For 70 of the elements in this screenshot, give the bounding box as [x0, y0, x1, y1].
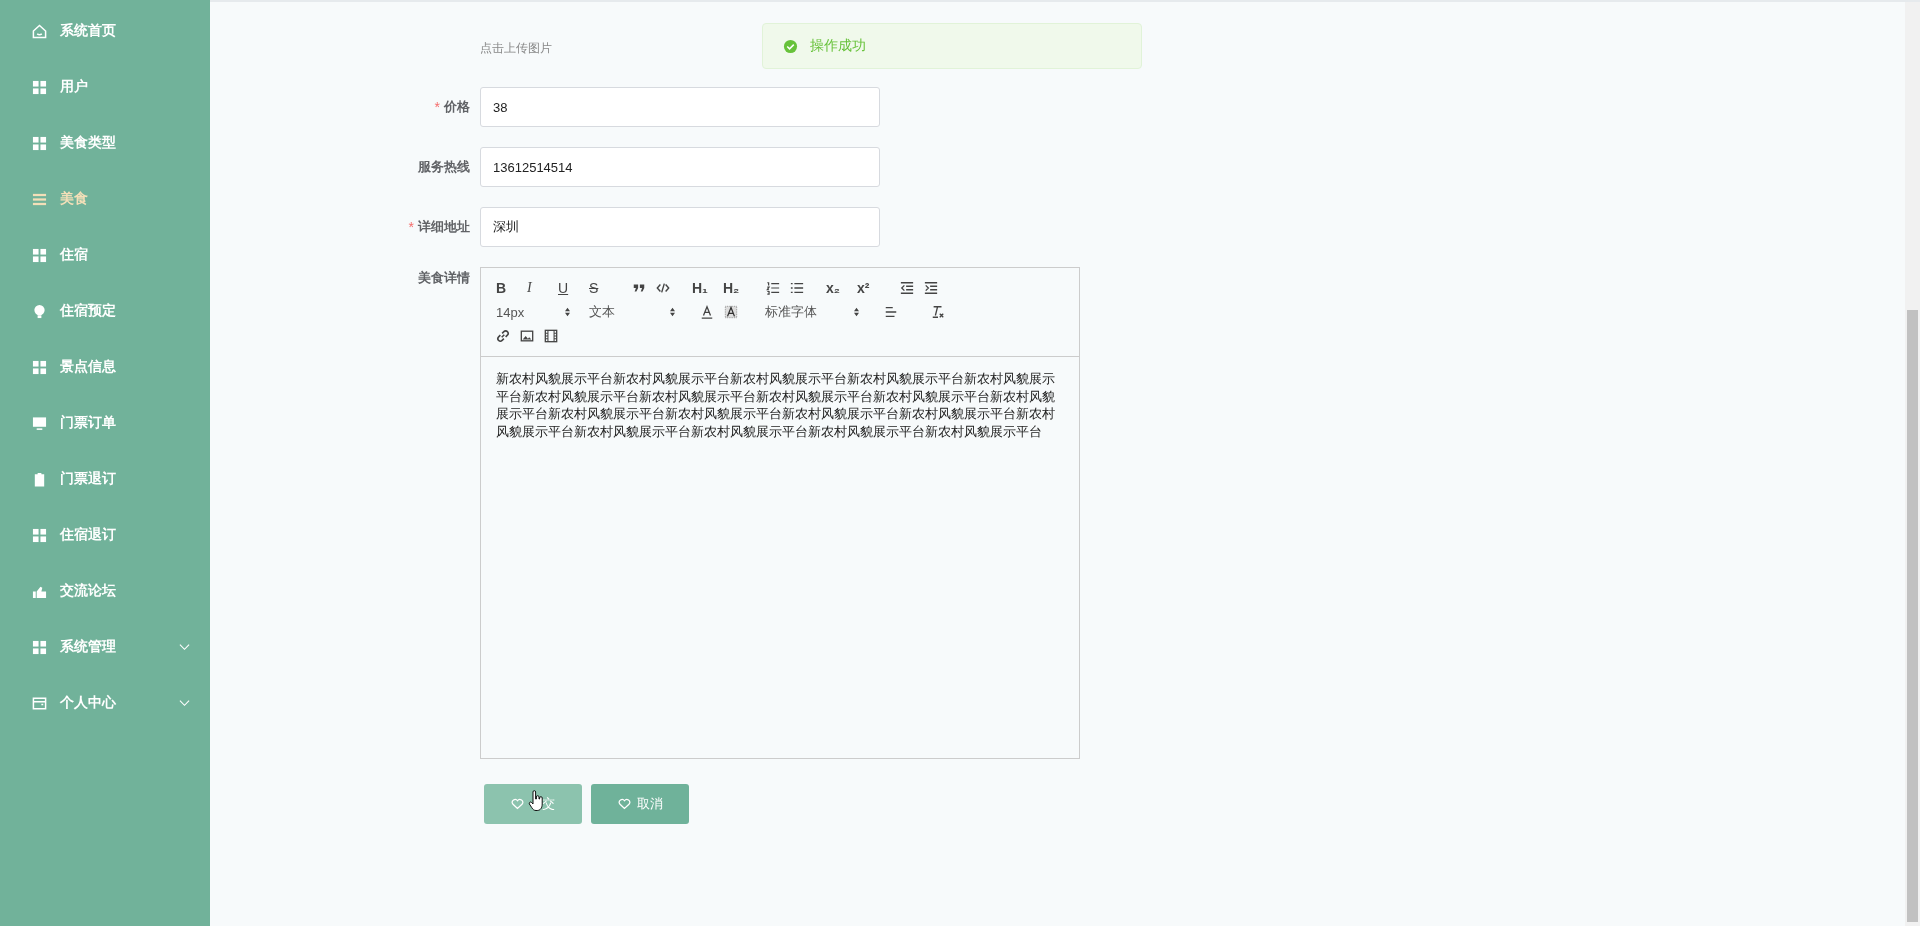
input-field[interactable]: 38 [480, 87, 880, 127]
sidebar-item[interactable]: 系统首页 [0, 3, 210, 59]
sidebar-item[interactable]: 美食 [0, 171, 210, 227]
grid-icon [32, 359, 47, 375]
sidebar-item[interactable]: 个人中心 [0, 675, 210, 731]
required-mark: * [434, 99, 440, 115]
format-button[interactable]: I [524, 280, 555, 296]
sidebar-item[interactable]: 系统管理 [0, 619, 210, 675]
highlight-icon[interactable] [724, 305, 738, 319]
align-left-icon[interactable] [884, 305, 898, 319]
field-label: 服务热线 [418, 158, 470, 176]
format-button[interactable]: S [586, 280, 617, 296]
outdent-icon[interactable] [900, 281, 914, 295]
image-icon[interactable] [520, 329, 534, 343]
editor-text[interactable]: 新农村风貌展示平台新农村风貌展示平台新农村风貌展示平台新农村风貌展示平台新农村风貌展示平台新农村风貌展示平台新农村风貌展示平台新农村风貌展示平台新农村风貌展示平台新农村风貌展示平台新农村风貌展示平台新农村风貌展示平台新农村风貌展示平台新农村风貌展示平台新农村风貌展示平台新农村风貌展示平台新农村风貌展示平台新农村风貌展示平台新农村风貌展示平台 [481, 357, 1073, 758]
sidebar-item[interactable]: 美食类型 [0, 115, 210, 171]
hand-cursor-icon [528, 790, 544, 812]
clear-format-icon[interactable] [931, 305, 945, 319]
field-label: 价格 [444, 98, 470, 116]
text-color-icon[interactable] [700, 305, 714, 319]
format-button[interactable]: B [493, 280, 524, 296]
grid-icon [32, 135, 47, 151]
heart-icon [511, 798, 524, 810]
video-icon[interactable] [544, 329, 558, 343]
sidebar-item[interactable]: 交流论坛 [0, 563, 210, 619]
wallet-icon [32, 695, 47, 711]
sidebar-item[interactable]: 门票退订 [0, 451, 210, 507]
code-icon[interactable] [656, 281, 670, 295]
sidebar-item[interactable]: 住宿退订 [0, 507, 210, 563]
cancel-button[interactable]: 取消 [591, 784, 689, 824]
indent-icon[interactable] [924, 281, 938, 295]
monitor-icon [32, 415, 47, 431]
bulb-icon [32, 303, 47, 319]
script-button[interactable]: x² [854, 280, 885, 296]
grid-icon [32, 639, 47, 655]
select-arrows-icon [564, 307, 571, 317]
toast-message: 操作成功 [810, 37, 866, 55]
check-circle-icon [783, 38, 798, 54]
select-arrows-icon [669, 307, 676, 317]
font-select[interactable]: 标准字体 [745, 303, 853, 321]
required-mark: * [408, 219, 414, 235]
sidebar-item[interactable]: 用户 [0, 59, 210, 115]
size-select[interactable]: 14px [493, 304, 564, 320]
upload-hint[interactable]: 点击上传图片 [480, 40, 552, 57]
field-label: 美食详情 [418, 269, 470, 287]
format-button[interactable]: U [555, 280, 586, 296]
grid-icon [32, 247, 47, 263]
submit-button[interactable]: 交 [484, 784, 582, 824]
clipboard-icon [32, 471, 47, 487]
input-field[interactable]: 13612514514 [480, 147, 880, 187]
sidebar-item[interactable]: 住宿 [0, 227, 210, 283]
header-button[interactable]: H₁ [689, 280, 720, 296]
scrollbar[interactable] [1905, 2, 1920, 926]
header-select[interactable]: 文本 [571, 303, 669, 321]
sidebar-item[interactable]: 门票订单 [0, 395, 210, 451]
script-button[interactable]: x₂ [823, 280, 854, 296]
sidebar-item[interactable]: 住宿预定 [0, 283, 210, 339]
ordered-list-icon[interactable] [766, 281, 780, 295]
sidebar-item[interactable]: 景点信息 [0, 339, 210, 395]
grid-icon [32, 79, 47, 95]
grid-icon [32, 527, 47, 543]
heart-icon [617, 798, 631, 810]
header-button[interactable]: H₂ [720, 280, 751, 296]
field-label: 详细地址 [418, 218, 470, 236]
bullet-list-icon[interactable] [790, 281, 804, 295]
link-icon[interactable] [496, 329, 510, 343]
list-icon [32, 191, 47, 207]
select-arrows-icon [853, 307, 860, 317]
input-field[interactable]: 深圳 [480, 207, 880, 247]
home-icon [32, 23, 47, 39]
